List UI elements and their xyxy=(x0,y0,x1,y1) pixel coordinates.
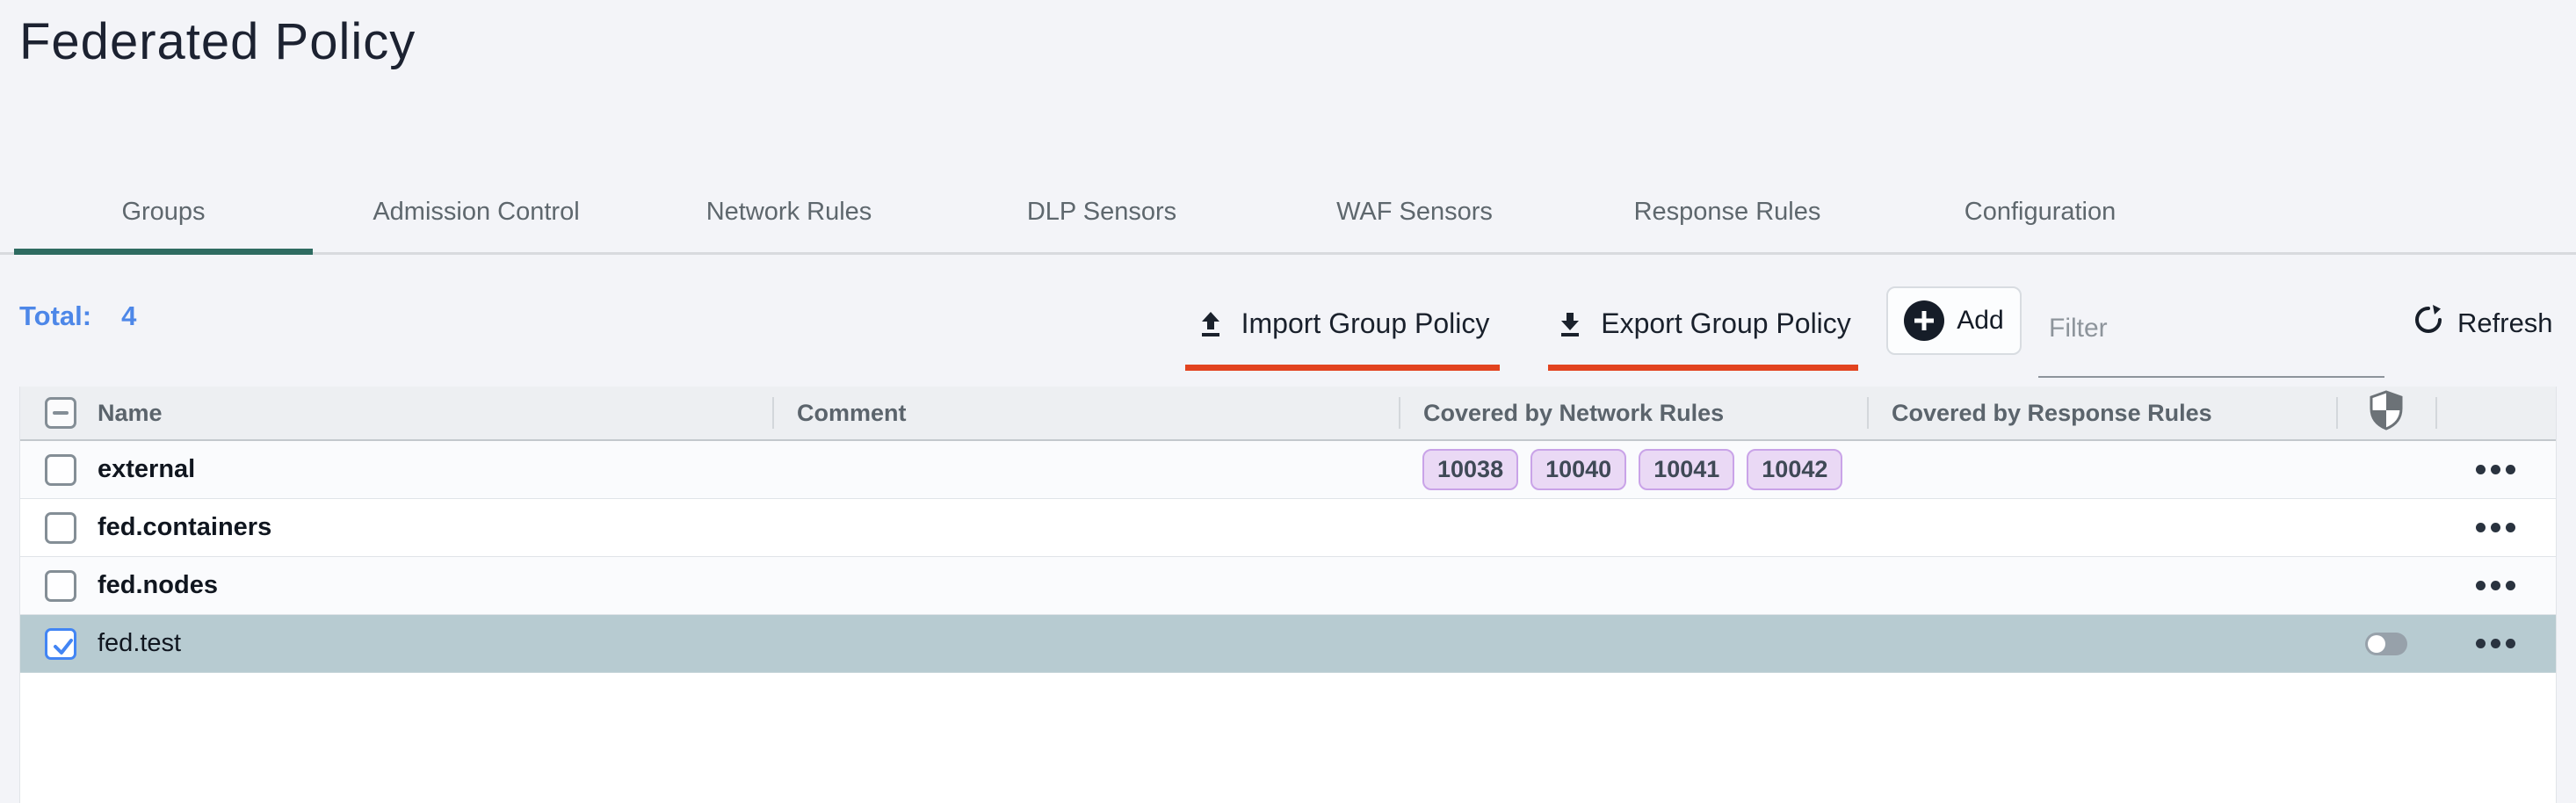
actions-cell xyxy=(2435,557,2556,614)
column-header-actions xyxy=(2435,387,2556,439)
enable-toggle[interactable] xyxy=(2365,633,2407,655)
row-actions-menu[interactable] xyxy=(2471,514,2521,541)
network-rules-cell xyxy=(1399,499,1867,556)
column-header-response-rules[interactable]: Covered by Response Rules xyxy=(1867,387,2336,439)
upload-icon xyxy=(1196,309,1226,339)
tab-dlp-sensors[interactable]: DLP Sensors xyxy=(945,172,1258,252)
groups-table: Name Comment Covered by Network Rules Co… xyxy=(19,387,2557,803)
import-group-policy-button[interactable]: Import Group Policy xyxy=(1185,283,1500,371)
column-header-comment[interactable]: Comment xyxy=(772,387,1399,439)
filter-input[interactable] xyxy=(2038,295,2384,378)
comment-cell xyxy=(772,441,1399,498)
rule-id-badge: 10041 xyxy=(1639,449,1734,489)
table-body: external 10038 10040 10041 10042 fed.contai… xyxy=(20,441,2556,673)
protect-cell xyxy=(2336,499,2435,556)
column-header-protect xyxy=(2336,387,2435,439)
response-rules-cell xyxy=(1867,615,2336,672)
group-name: external xyxy=(98,455,195,484)
group-name: fed.test xyxy=(98,629,181,658)
rule-id-badge: 10042 xyxy=(1747,449,1842,489)
comment-cell xyxy=(772,615,1399,672)
total-value: 4 xyxy=(121,300,136,332)
comment-cell xyxy=(772,557,1399,614)
tab-response-rules[interactable]: Response Rules xyxy=(1571,172,1884,252)
refresh-label: Refresh xyxy=(2457,307,2553,339)
network-rules-cell xyxy=(1399,557,1867,614)
toggle-knob xyxy=(2368,635,2385,653)
row-checkbox[interactable] xyxy=(45,570,76,602)
row-checkbox[interactable] xyxy=(45,512,76,544)
total-count: Total: 4 xyxy=(19,300,136,332)
table-header-row: Name Comment Covered by Network Rules Co… xyxy=(20,387,2556,441)
group-name: fed.nodes xyxy=(98,571,218,600)
import-group-policy-label: Import Group Policy xyxy=(1241,307,1490,340)
plus-circle-icon xyxy=(1904,300,1944,341)
export-group-policy-button[interactable]: Export Group Policy xyxy=(1548,283,1858,371)
shield-icon xyxy=(2369,390,2404,437)
actions-cell xyxy=(2435,499,2556,556)
response-rules-cell xyxy=(1867,557,2336,614)
tab-configuration[interactable]: Configuration xyxy=(1884,172,2196,252)
column-header-name[interactable]: Name xyxy=(85,387,772,439)
page-title: Federated Policy xyxy=(19,12,416,71)
total-label: Total: xyxy=(19,300,91,332)
add-button-label: Add xyxy=(1957,306,2003,336)
row-actions-menu[interactable] xyxy=(2471,630,2521,657)
tab-bar: GroupsAdmission ControlNetwork RulesDLP … xyxy=(0,172,2576,255)
export-group-policy-label: Export Group Policy xyxy=(1601,307,1851,340)
rule-id-badge: 10040 xyxy=(1530,449,1626,489)
group-name: fed.containers xyxy=(98,513,271,542)
tab-groups[interactable]: Groups xyxy=(7,172,320,252)
actions-cell xyxy=(2435,615,2556,672)
row-actions-menu[interactable] xyxy=(2471,456,2521,483)
row-actions-menu[interactable] xyxy=(2471,572,2521,599)
table-row[interactable]: fed.test xyxy=(20,615,2556,673)
select-all-cell xyxy=(20,387,85,439)
download-icon xyxy=(1555,309,1585,339)
response-rules-cell xyxy=(1867,441,2336,498)
tab-network-rules[interactable]: Network Rules xyxy=(633,172,945,252)
table-row[interactable]: fed.containers xyxy=(20,499,2556,557)
column-header-network-rules[interactable]: Covered by Network Rules xyxy=(1399,387,1867,439)
add-button[interactable]: Add xyxy=(1886,286,2022,355)
row-checkbox[interactable] xyxy=(45,628,76,660)
protect-cell xyxy=(2336,557,2435,614)
table-row[interactable]: external 10038 10040 10041 10042 xyxy=(20,441,2556,499)
row-checkbox[interactable] xyxy=(45,454,76,486)
network-rules-cell xyxy=(1399,615,1867,672)
select-all-checkbox[interactable] xyxy=(45,397,76,429)
table-row[interactable]: fed.nodes xyxy=(20,557,2556,615)
refresh-button[interactable]: Refresh xyxy=(2412,293,2553,353)
protect-cell xyxy=(2336,615,2435,672)
tab-waf-sensors[interactable]: WAF Sensors xyxy=(1258,172,1571,252)
response-rules-cell xyxy=(1867,499,2336,556)
actions-cell xyxy=(2435,441,2556,498)
network-rules-cell: 10038 10040 10041 10042 xyxy=(1399,441,1867,498)
tab-admission-control[interactable]: Admission Control xyxy=(320,172,633,252)
comment-cell xyxy=(772,499,1399,556)
refresh-icon xyxy=(2412,303,2445,344)
protect-cell xyxy=(2336,441,2435,498)
rule-id-badge: 10038 xyxy=(1422,449,1518,489)
